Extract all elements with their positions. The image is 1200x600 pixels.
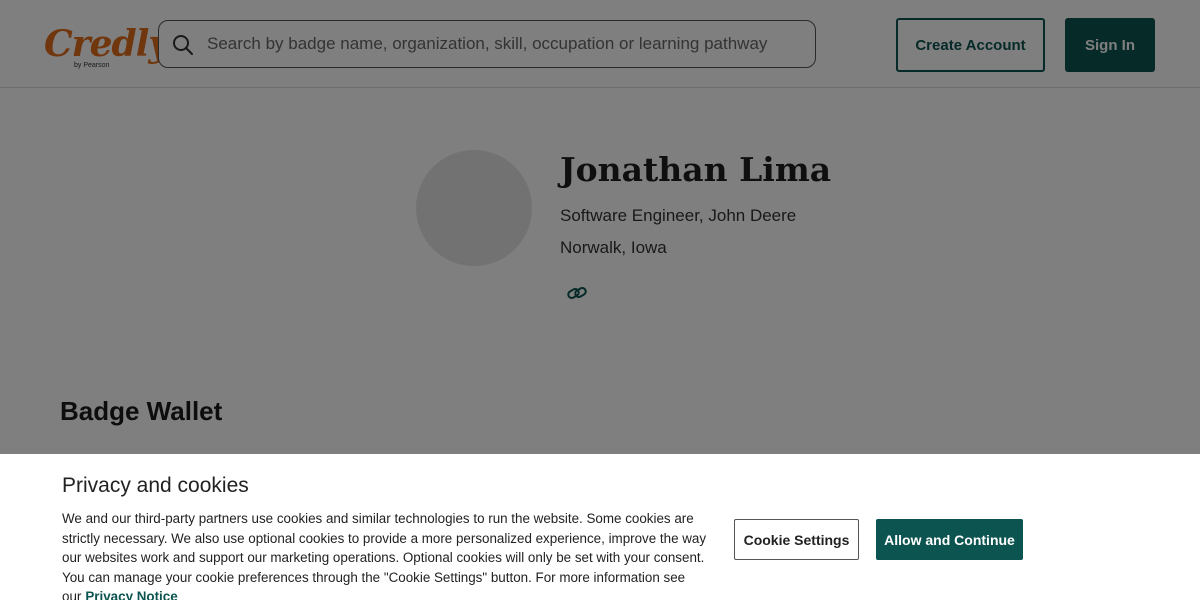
cookie-banner-title: Privacy and cookies (62, 474, 249, 497)
cookie-banner-body: We and our third-party partners use cook… (62, 511, 707, 600)
cookie-settings-button[interactable]: Cookie Settings (734, 519, 859, 560)
cookie-banner: Privacy and cookies We and our third-par… (0, 454, 1200, 600)
privacy-notice-link[interactable]: Privacy Notice (85, 589, 177, 600)
allow-and-continue-button[interactable]: Allow and Continue (876, 519, 1023, 560)
cookie-banner-text: We and our third-party partners use cook… (62, 509, 720, 600)
